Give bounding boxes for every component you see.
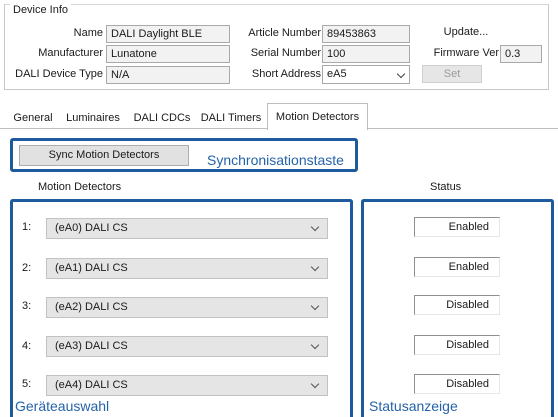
update-button[interactable]: Update... — [430, 26, 502, 38]
article-number-field[interactable]: 89453863 — [322, 25, 410, 43]
detector-select-3[interactable]: (eA2) DALI CS — [46, 297, 328, 318]
status-field-1: Enabled — [414, 217, 500, 237]
status-field-5: Disabled — [414, 374, 500, 394]
tab-luminaires[interactable]: Luminaires — [60, 107, 126, 129]
status-field-4: Disabled — [414, 335, 500, 355]
manufacturer-label: Manufacturer — [38, 47, 103, 59]
chevron-down-icon — [396, 69, 406, 79]
device-select-annotation-label: Geräteauswahl — [15, 398, 110, 414]
serial-number-label: Serial Number — [250, 47, 321, 59]
status-field-3: Disabled — [414, 295, 500, 315]
detector-select-1[interactable]: (eA0) DALI CS — [46, 218, 328, 239]
device-info-title: Device Info — [10, 4, 72, 16]
detector-select-5[interactable]: (eA4) DALI CS — [46, 375, 328, 396]
serial-number-field[interactable]: 100 — [322, 45, 410, 63]
row-index: 4: — [22, 340, 32, 352]
chevron-down-icon — [310, 222, 320, 232]
status-annotation-label: Statusanzeige — [369, 398, 458, 414]
tab-motion-detectors[interactable]: Motion Detectors — [267, 103, 368, 130]
short-address-value: eA5 — [327, 68, 347, 80]
firmware-field[interactable]: 0.3 — [500, 45, 542, 63]
detector-select-4[interactable]: (eA3) DALI CS — [46, 336, 328, 357]
status-header: Status — [430, 181, 462, 193]
short-address-select[interactable]: eA5 — [322, 65, 410, 84]
device-type-label: DALI Device Type — [15, 68, 103, 80]
set-button[interactable]: Set — [422, 65, 482, 83]
detector-select-value: (eA2) DALI CS — [55, 301, 128, 313]
short-address-label: Short Address — [251, 68, 321, 80]
row-index: 5: — [22, 378, 32, 390]
article-number-label: Article Number — [248, 27, 321, 39]
name-label: Name — [73, 27, 103, 39]
row-index: 1: — [22, 221, 32, 233]
tab-bar: General Luminaires DALI CDCs DALI Timers… — [0, 103, 558, 130]
tab-dali-timers[interactable]: DALI Timers — [196, 107, 266, 129]
detector-select-value: (eA3) DALI CS — [55, 340, 128, 352]
tab-general[interactable]: General — [8, 107, 58, 129]
sync-motion-detectors-button[interactable]: Sync Motion Detectors — [19, 145, 189, 166]
chevron-down-icon — [310, 301, 320, 311]
chevron-down-icon — [310, 340, 320, 350]
firmware-label: Firmware Ver — [433, 47, 499, 59]
detector-select-2[interactable]: (eA1) DALI CS — [46, 258, 328, 279]
sync-annotation-label: Synchronisationstaste — [207, 152, 344, 168]
detector-select-value: (eA0) DALI CS — [55, 222, 128, 234]
detector-select-value: (eA1) DALI CS — [55, 262, 128, 274]
row-index: 3: — [22, 300, 32, 312]
chevron-down-icon — [310, 262, 320, 272]
name-field[interactable]: DALI Daylight BLE — [106, 25, 230, 43]
motion-detectors-header: Motion Detectors — [38, 181, 122, 193]
tab-dali-cdcs[interactable]: DALI CDCs — [128, 107, 196, 129]
status-field-2: Enabled — [414, 257, 500, 277]
row-index: 2: — [22, 262, 32, 274]
device-type-field[interactable]: N/A — [106, 66, 230, 84]
manufacturer-field[interactable]: Lunatone — [106, 45, 230, 63]
chevron-down-icon — [310, 379, 320, 389]
detector-select-value: (eA4) DALI CS — [55, 379, 128, 391]
